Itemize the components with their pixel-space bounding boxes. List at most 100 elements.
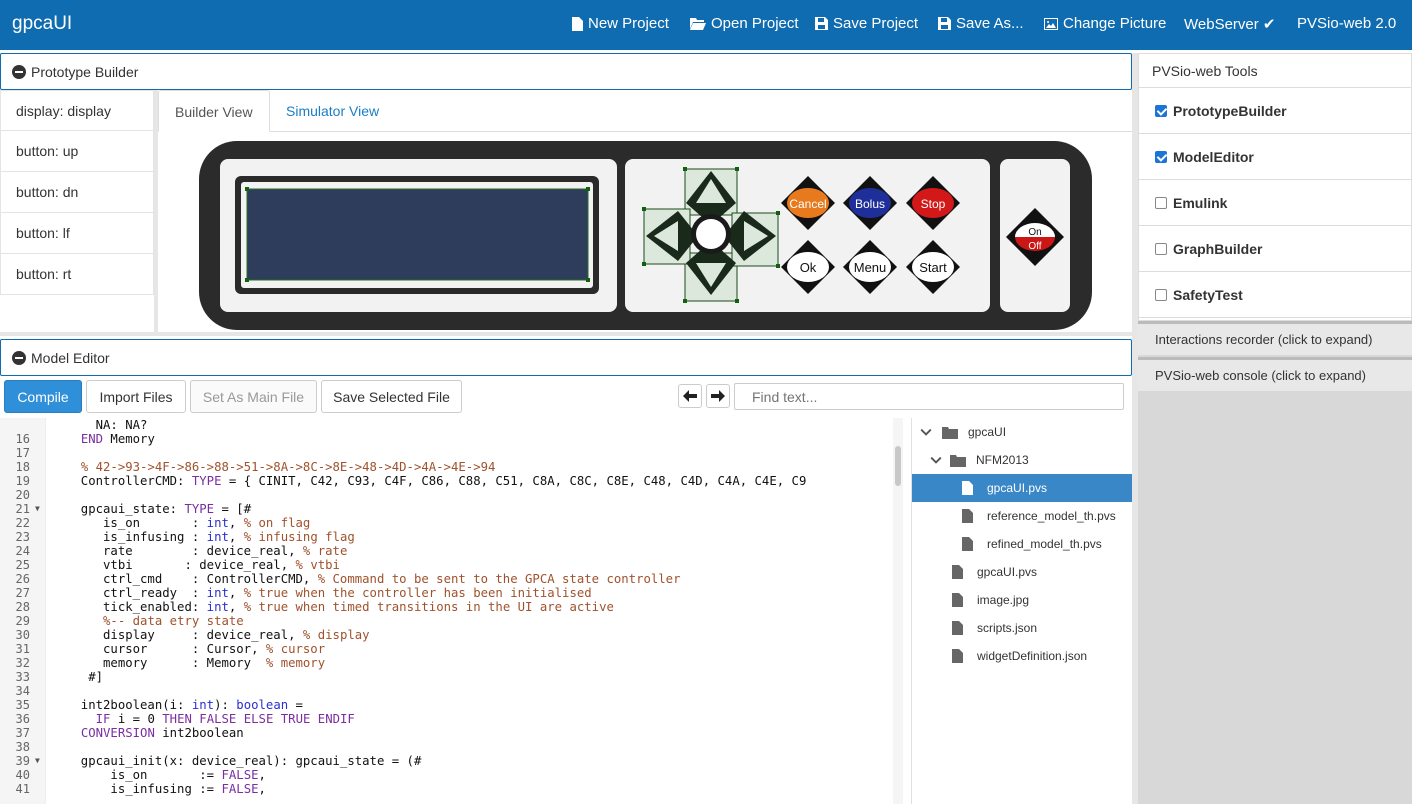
code-line[interactable]: 41 is_infusing := FALSE,: [0, 782, 893, 796]
display-widget[interactable]: [246, 188, 589, 281]
save-as-label: Save As...: [956, 15, 1024, 32]
code-line[interactable]: 26 ctrl_cmd : ControllerCMD, % Command t…: [0, 572, 893, 586]
tree-folder-nfm2013[interactable]: NFM2013: [912, 446, 1133, 474]
code-line[interactable]: 33 #]: [0, 670, 893, 684]
fold-toggle-icon[interactable]: ▼: [35, 502, 40, 516]
code-line[interactable]: 21 ▼ gpcaui_state: TYPE = [#: [0, 502, 893, 516]
file-icon: [952, 593, 963, 607]
code-line[interactable]: 34: [0, 684, 893, 698]
code-line[interactable]: 32 memory : Memory % memory: [0, 656, 893, 670]
off-label: Off: [1028, 241, 1041, 252]
code-line[interactable]: 24 rate : device_real, % rate: [0, 544, 893, 558]
tree-file[interactable]: reference_model_th.pvs: [912, 502, 1133, 530]
code-text: ctrl_cmd : ControllerCMD, % Command to b…: [66, 572, 681, 586]
find-text-input[interactable]: [734, 383, 1124, 410]
code-line[interactable]: 39 ▼ gpcaui_init(x: device_real): gpcaui_…: [0, 754, 893, 768]
set-main-file-button[interactable]: Set As Main File: [190, 380, 317, 413]
code-line[interactable]: 16 END Memory: [0, 432, 893, 446]
code-line[interactable]: 20: [0, 488, 893, 502]
code-text: is_infusing := FALSE,: [66, 782, 266, 796]
console-bar[interactable]: PVSio-web console (click to expand): [1138, 357, 1412, 391]
change-picture-button[interactable]: Change Picture: [1044, 15, 1166, 32]
line-number: 28: [15, 600, 30, 614]
code-line[interactable]: 31 cursor : Cursor, % cursor: [0, 642, 893, 656]
line-number: 29: [15, 614, 30, 628]
tool-item-graphbuilder[interactable]: GraphBuilder: [1139, 226, 1411, 272]
model-editor-header[interactable]: Model Editor: [0, 339, 1132, 376]
tab-simulator-view[interactable]: Simulator View: [270, 90, 395, 132]
save-selected-file-button[interactable]: Save Selected File: [321, 380, 462, 413]
code-line[interactable]: 19 ControllerCMD: TYPE = { CINIT, C42, C…: [0, 474, 893, 488]
tool-item-prototypebuilder[interactable]: PrototypeBuilder: [1139, 88, 1411, 134]
code-line[interactable]: 22 is_on : int, % on flag: [0, 516, 893, 530]
prototype-builder-header[interactable]: Prototype Builder: [0, 53, 1132, 90]
webserver-status[interactable]: WebServer ✔: [1184, 15, 1276, 33]
interactions-recorder-bar[interactable]: Interactions recorder (click to expand): [1138, 321, 1412, 355]
view-tabs: Builder View Simulator View: [158, 90, 1132, 132]
chevron-down-icon[interactable]: [920, 426, 932, 438]
save-as-button[interactable]: Save As...: [938, 15, 1024, 32]
line-number: 16: [15, 432, 30, 446]
editor-scroll-thumb[interactable]: [895, 446, 901, 486]
app-title[interactable]: gpcaUI: [12, 13, 72, 35]
compile-button[interactable]: Compile: [4, 380, 82, 413]
code-line[interactable]: 38: [0, 740, 893, 754]
code-line[interactable]: 23 is_infusing : int, % infusing flag: [0, 530, 893, 544]
tree-folder-gpcaui[interactable]: gpcaUI: [912, 418, 1133, 446]
line-number: 25: [15, 558, 30, 572]
code-line[interactable]: 37 CONVERSION int2boolean: [0, 726, 893, 740]
collapse-icon[interactable]: [12, 64, 26, 79]
code-line[interactable]: 28 tick_enabled: int, % true when timed …: [0, 600, 893, 614]
widget-item[interactable]: button: up: [0, 131, 154, 172]
line-number: 39: [15, 754, 30, 768]
code-line[interactable]: 17: [0, 446, 893, 460]
code-line[interactable]: 30 display : device_real, % display: [0, 628, 893, 642]
tool-item-modeleditor[interactable]: ModelEditor: [1139, 134, 1411, 180]
tree-file-selected[interactable]: gpcaUI.pvs: [912, 474, 1133, 502]
tree-file[interactable]: scripts.json: [912, 614, 1133, 642]
code-text: #]: [66, 670, 104, 684]
tool-checkbox[interactable]: [1155, 150, 1167, 163]
code-line[interactable]: NA: NA?: [0, 418, 893, 432]
tree-file[interactable]: refined_model_th.pvs: [912, 530, 1133, 558]
tool-checkbox[interactable]: [1155, 288, 1167, 301]
version-label[interactable]: PVSio-web 2.0: [1297, 15, 1396, 32]
code-text: ControllerCMD: TYPE = { CINIT, C42, C93,…: [66, 474, 807, 488]
widget-item[interactable]: button: dn: [0, 172, 154, 213]
tool-item-emulink[interactable]: Emulink: [1139, 180, 1411, 226]
widget-item[interactable]: button: rt: [0, 254, 154, 295]
horizontal-splitter[interactable]: [0, 332, 1137, 336]
widget-list: display: display button: up button: dn b…: [0, 90, 154, 295]
find-previous-button[interactable]: [678, 384, 702, 408]
tool-checkbox[interactable]: [1155, 196, 1167, 209]
code-line[interactable]: 36 IF i = 0 THEN FALSE ELSE TRUE ENDIF: [0, 712, 893, 726]
find-next-button[interactable]: [706, 384, 730, 408]
tree-file[interactable]: gpcaUI.pvs: [912, 558, 1133, 586]
code-line[interactable]: 18 % 42->93->4F->86->88->51->8A->8C->8E-…: [0, 460, 893, 474]
import-files-button[interactable]: Import Files: [86, 380, 186, 413]
code-line[interactable]: 29 %-- data etry state: [0, 614, 893, 628]
widget-item[interactable]: display: display: [0, 90, 154, 131]
top-navbar: gpcaUI New Project Open Project Save Pro…: [0, 0, 1412, 50]
tree-file[interactable]: image.jpg: [912, 586, 1133, 614]
code-line[interactable]: 40 is_on := FALSE,: [0, 768, 893, 782]
tab-builder-view[interactable]: Builder View: [158, 90, 270, 132]
save-project-button[interactable]: Save Project: [815, 15, 918, 32]
code-line[interactable]: 27 ctrl_ready : int, % true when the con…: [0, 586, 893, 600]
code-text: NA: NA?: [66, 418, 148, 432]
open-project-button[interactable]: Open Project: [690, 15, 799, 32]
code-text: ctrl_ready : int, % true when the contro…: [66, 586, 592, 600]
fold-toggle-icon[interactable]: ▼: [35, 754, 40, 768]
new-project-button[interactable]: New Project: [572, 15, 669, 32]
code-line[interactable]: 25 vtbi : device_real, % vtbi: [0, 558, 893, 572]
tool-checkbox[interactable]: [1155, 104, 1167, 117]
code-editor[interactable]: NA: NA? 16 END Memory 17 18 % 42->93->4F->8…: [0, 418, 903, 804]
chevron-down-icon[interactable]: [930, 454, 942, 466]
collapse-icon[interactable]: [12, 350, 26, 365]
tree-file[interactable]: widgetDefinition.json: [912, 642, 1133, 670]
code-line[interactable]: 35 int2boolean(i: int): boolean =: [0, 698, 893, 712]
widget-item[interactable]: button: lf: [0, 213, 154, 254]
tree-label: reference_model_th.pvs: [987, 509, 1116, 523]
tool-item-safetytest[interactable]: SafetyTest: [1139, 272, 1411, 318]
tool-checkbox[interactable]: [1155, 242, 1167, 255]
